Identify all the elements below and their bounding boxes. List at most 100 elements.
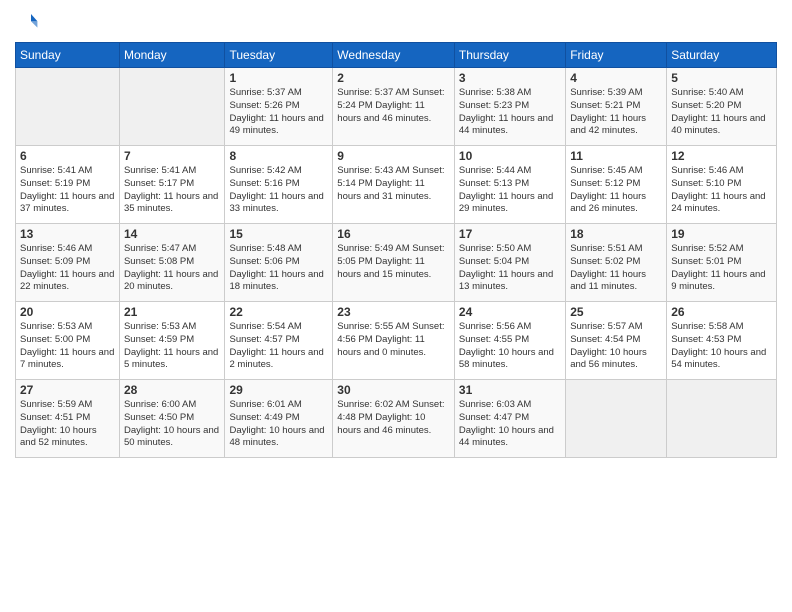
day-cell: 19 Sunrise: 5:52 AM Sunset: 5:01 PM Dayli… [667,224,777,302]
week-row-3: 13Sunrise: 5:46 AM Sunset: 5:09 PM Dayli… [16,224,777,302]
header [15,10,777,34]
day-cell: 10 Sunrise: 5:44 AM Sunset: 5:13 PM Dayli… [454,146,565,224]
day-info: Sunrise: 5:43 AM Sunset: 5:14 PM Dayligh… [337,165,450,203]
week-row-1: 1 Sunrise: 5:37 AM Sunset: 5:26 PM Daylig… [16,68,777,146]
day-number: 12 [671,149,772,163]
day-cell: 26 Sunrise: 5:58 AM Sunset: 4:53 PM Dayli… [667,302,777,380]
day-number: 17 [459,227,561,241]
day-number: 16 [337,227,450,241]
day-info: Sunrise: 5:59 AM Sunset: 4:51 PM Dayligh… [20,399,115,450]
day-header-wednesday: Wednesday [333,43,455,68]
day-info: Sunrise: 6:00 AM Sunset: 4:50 PM Dayligh… [124,399,221,450]
day-number: 31 [459,383,561,397]
day-info: Sunrise: 5:45 AM Sunset: 5:12 PM Dayligh… [570,165,662,216]
day-cell: 6 Sunrise: 5:41 AM Sunset: 5:19 PM Daylig… [16,146,120,224]
day-number: 10 [459,149,561,163]
day-info: Sunrise: 5:42 AM Sunset: 5:16 PM Dayligh… [229,165,328,216]
day-info: Sunrise: 5:54 AM Sunset: 4:57 PM Dayligh… [229,321,328,372]
day-info: Sunrise: 5:53 AM Sunset: 5:00 PM Dayligh… [20,321,115,372]
day-number: 27 [20,383,115,397]
day-info: Sunrise: 5:48 AM Sunset: 5:06 PM Dayligh… [229,243,328,294]
day-number: 9 [337,149,450,163]
day-number: 29 [229,383,328,397]
day-cell: 7 Sunrise: 5:41 AM Sunset: 5:17 PM Daylig… [119,146,225,224]
week-row-2: 6 Sunrise: 5:41 AM Sunset: 5:19 PM Daylig… [16,146,777,224]
day-info: Sunrise: 5:50 AM Sunset: 5:04 PM Dayligh… [459,243,561,294]
day-info: Sunrise: 5:37 AM Sunset: 5:26 PM Dayligh… [229,87,328,138]
calendar-header: SundayMondayTuesdayWednesdayThursdayFrid… [16,43,777,68]
day-cell: 3 Sunrise: 5:38 AM Sunset: 5:23 PM Daylig… [454,68,565,146]
day-cell [566,380,667,458]
day-cell: 16 Sunrise: 5:49 AM Sunset: 5:05 PM Dayli… [333,224,455,302]
day-info: Sunrise: 5:53 AM Sunset: 4:59 PM Dayligh… [124,321,221,372]
day-cell: 25Sunrise: 5:57 AM Sunset: 4:54 PM Dayli… [566,302,667,380]
days-of-week-row: SundayMondayTuesdayWednesdayThursdayFrid… [16,43,777,68]
day-info: Sunrise: 6:02 AM Sunset: 4:48 PM Dayligh… [337,399,450,437]
day-number: 19 [671,227,772,241]
day-cell: 29Sunrise: 6:01 AM Sunset: 4:49 PM Dayli… [225,380,333,458]
day-number: 2 [337,71,450,85]
day-info: Sunrise: 5:57 AM Sunset: 4:54 PM Dayligh… [570,321,662,372]
logo [15,10,43,34]
day-number: 3 [459,71,561,85]
day-header-friday: Friday [566,43,667,68]
day-number: 11 [570,149,662,163]
day-number: 21 [124,305,221,319]
day-header-tuesday: Tuesday [225,43,333,68]
day-cell [16,68,120,146]
day-number: 24 [459,305,561,319]
day-header-thursday: Thursday [454,43,565,68]
day-info: Sunrise: 5:52 AM Sunset: 5:01 PM Dayligh… [671,243,772,294]
day-number: 8 [229,149,328,163]
day-number: 5 [671,71,772,85]
day-number: 20 [20,305,115,319]
day-number: 14 [124,227,221,241]
day-info: Sunrise: 5:49 AM Sunset: 5:05 PM Dayligh… [337,243,450,281]
day-cell: 15Sunrise: 5:48 AM Sunset: 5:06 PM Dayli… [225,224,333,302]
day-cell: 14 Sunrise: 5:47 AM Sunset: 5:08 PM Dayli… [119,224,225,302]
week-row-5: 27 Sunrise: 5:59 AM Sunset: 4:51 PM Dayli… [16,380,777,458]
day-number: 4 [570,71,662,85]
day-info: Sunrise: 5:46 AM Sunset: 5:10 PM Dayligh… [671,165,772,216]
day-cell: 23 Sunrise: 5:55 AM Sunset: 4:56 PM Dayli… [333,302,455,380]
day-cell [119,68,225,146]
day-info: Sunrise: 5:55 AM Sunset: 4:56 PM Dayligh… [337,321,450,359]
day-number: 1 [229,71,328,85]
day-header-monday: Monday [119,43,225,68]
day-cell: 13Sunrise: 5:46 AM Sunset: 5:09 PM Dayli… [16,224,120,302]
day-info: Sunrise: 5:56 AM Sunset: 4:55 PM Dayligh… [459,321,561,372]
day-cell: 20 Sunrise: 5:53 AM Sunset: 5:00 PM Dayli… [16,302,120,380]
calendar-container: SundayMondayTuesdayWednesdayThursdayFrid… [0,0,792,612]
day-number: 26 [671,305,772,319]
day-info: Sunrise: 5:58 AM Sunset: 4:53 PM Dayligh… [671,321,772,372]
day-info: Sunrise: 5:41 AM Sunset: 5:17 PM Dayligh… [124,165,221,216]
day-cell: 1 Sunrise: 5:37 AM Sunset: 5:26 PM Daylig… [225,68,333,146]
logo-icon [15,10,39,34]
day-info: Sunrise: 5:47 AM Sunset: 5:08 PM Dayligh… [124,243,221,294]
day-header-saturday: Saturday [667,43,777,68]
day-number: 6 [20,149,115,163]
day-cell: 21 Sunrise: 5:53 AM Sunset: 4:59 PM Dayli… [119,302,225,380]
day-number: 18 [570,227,662,241]
day-cell: 17 Sunrise: 5:50 AM Sunset: 5:04 PM Dayli… [454,224,565,302]
day-info: Sunrise: 5:39 AM Sunset: 5:21 PM Dayligh… [570,87,662,138]
day-info: Sunrise: 6:03 AM Sunset: 4:47 PM Dayligh… [459,399,561,450]
day-cell: 12 Sunrise: 5:46 AM Sunset: 5:10 PM Dayli… [667,146,777,224]
day-info: Sunrise: 5:38 AM Sunset: 5:23 PM Dayligh… [459,87,561,138]
day-number: 7 [124,149,221,163]
day-number: 23 [337,305,450,319]
day-number: 30 [337,383,450,397]
day-cell: 11 Sunrise: 5:45 AM Sunset: 5:12 PM Dayli… [566,146,667,224]
day-cell: 9 Sunrise: 5:43 AM Sunset: 5:14 PM Daylig… [333,146,455,224]
calendar-body: 1 Sunrise: 5:37 AM Sunset: 5:26 PM Daylig… [16,68,777,458]
day-cell: 24 Sunrise: 5:56 AM Sunset: 4:55 PM Dayli… [454,302,565,380]
week-row-4: 20 Sunrise: 5:53 AM Sunset: 5:00 PM Dayli… [16,302,777,380]
day-cell: 22 Sunrise: 5:54 AM Sunset: 4:57 PM Dayli… [225,302,333,380]
day-cell: 5Sunrise: 5:40 AM Sunset: 5:20 PM Daylig… [667,68,777,146]
day-cell: 8 Sunrise: 5:42 AM Sunset: 5:16 PM Daylig… [225,146,333,224]
day-info: Sunrise: 5:41 AM Sunset: 5:19 PM Dayligh… [20,165,115,216]
day-header-sunday: Sunday [16,43,120,68]
day-number: 22 [229,305,328,319]
day-cell: 30 Sunrise: 6:02 AM Sunset: 4:48 PM Dayli… [333,380,455,458]
day-info: Sunrise: 5:44 AM Sunset: 5:13 PM Dayligh… [459,165,561,216]
